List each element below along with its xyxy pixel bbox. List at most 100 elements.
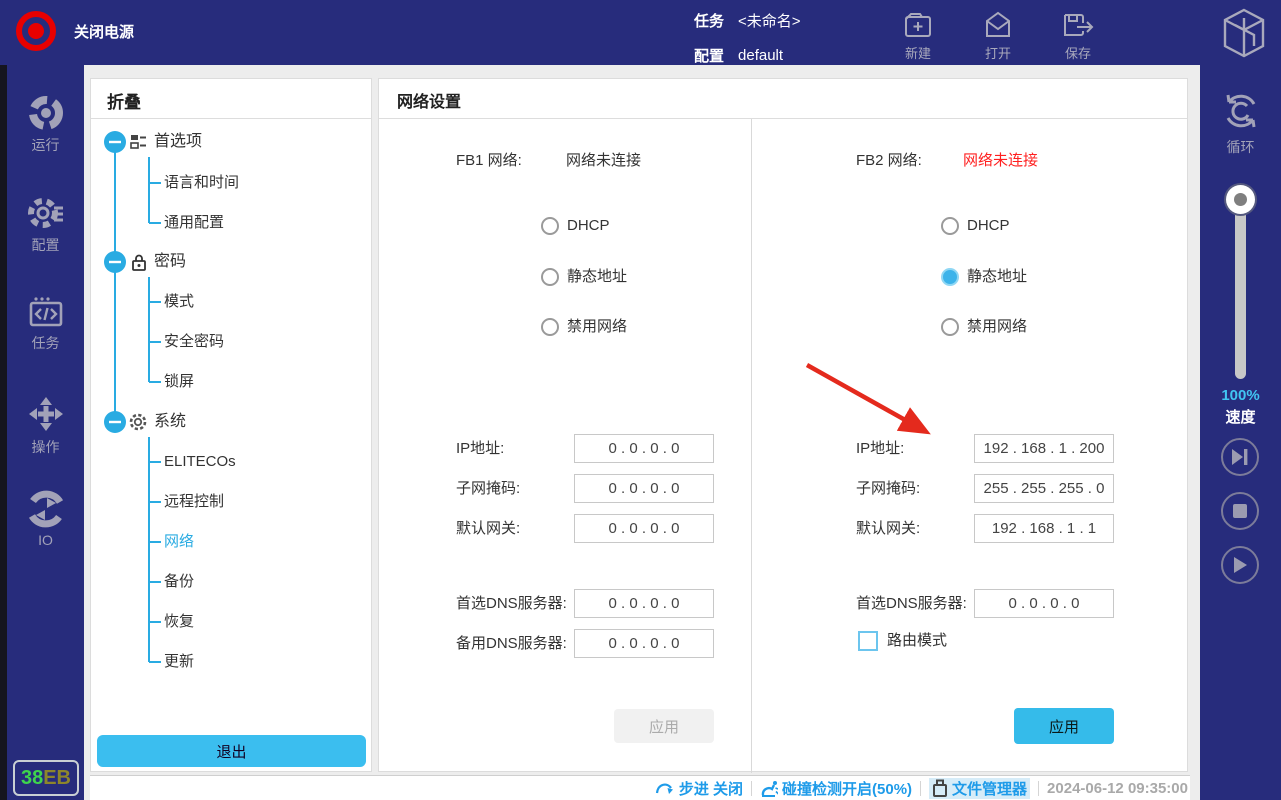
- fb1-netmask-input[interactable]: [574, 474, 714, 503]
- code-window-icon: [28, 295, 64, 329]
- tree-item-general-config[interactable]: 通用配置: [164, 212, 224, 234]
- sidebar-item-task[interactable]: 任务: [7, 295, 84, 353]
- collision-detect-toggle[interactable]: 碰撞检测开启(50%): [760, 778, 912, 799]
- fb2-dns1-label: 首选DNS服务器:: [856, 594, 967, 614]
- config-row: 配置 default: [694, 45, 783, 66]
- new-task-label: 新建: [886, 43, 950, 62]
- checksum-part-1: 38: [21, 767, 43, 790]
- fb2-radio-dhcp[interactable]: [941, 217, 959, 235]
- fb2-gateway-input[interactable]: [974, 514, 1114, 543]
- fb2-radio-static-selected[interactable]: [941, 268, 959, 286]
- fb1-radio-dhcp[interactable]: [541, 217, 559, 235]
- fb2-ip-label: IP地址:: [856, 439, 904, 459]
- fb2-ip-input[interactable]: [974, 434, 1114, 463]
- task-label: 任务: [694, 10, 724, 31]
- loop-button[interactable]: [1220, 90, 1262, 137]
- route-mode-checkbox[interactable]: [858, 631, 878, 651]
- play-button[interactable]: [1221, 546, 1259, 584]
- panel-divider: [379, 118, 1187, 119]
- fb2-radio-disable[interactable]: [941, 318, 959, 336]
- gear-icon: [27, 195, 65, 231]
- tree-group-preferences[interactable]: 首选项: [154, 131, 202, 153]
- collision-detect-text: 碰撞检测开启(50%): [782, 778, 912, 799]
- play-icon: [1232, 556, 1248, 574]
- tree-group-system[interactable]: 系统: [154, 411, 186, 433]
- sidebar-item-operate[interactable]: 操作: [7, 395, 84, 457]
- move-arrows-icon: [27, 395, 65, 433]
- fb1-ip-input[interactable]: [574, 434, 714, 463]
- left-nav: 运行 配置 任务 操作: [7, 65, 84, 800]
- fb2-network-label: FB2 网络:: [856, 151, 922, 171]
- fb1-gateway-input[interactable]: [574, 514, 714, 543]
- tree-item-network-selected[interactable]: 网络: [164, 531, 194, 553]
- tree-item-lock-screen[interactable]: 锁屏: [164, 371, 194, 393]
- sidebar-item-run[interactable]: 运行: [7, 95, 84, 155]
- right-nav: 循环 100% 速度: [1200, 65, 1281, 800]
- io-arrows-icon: [27, 490, 65, 528]
- collision-icon: [760, 779, 778, 797]
- usb-drive-icon: [932, 779, 948, 797]
- app-root: 关闭电源 任务 <未命名> 配置 default 新建 打开: [0, 0, 1281, 800]
- fb1-dns2-input[interactable]: [574, 629, 714, 658]
- step-mode-toggle[interactable]: 步进 关闭: [655, 778, 743, 799]
- stop-icon: [1232, 503, 1248, 519]
- tree-item-restore[interactable]: 恢复: [164, 611, 194, 633]
- fb2-apply-button[interactable]: 应用: [1014, 708, 1114, 744]
- tree-item-update[interactable]: 更新: [164, 651, 194, 673]
- fb2-radio-disable-label[interactable]: 禁用网络: [967, 317, 1027, 337]
- fb1-radio-disable-label[interactable]: 禁用网络: [567, 317, 627, 337]
- fb1-radio-static-label[interactable]: 静态地址: [567, 267, 627, 287]
- tree-item-remote-control[interactable]: 远程控制: [164, 491, 224, 513]
- annotation-arrow: [379, 79, 1189, 773]
- route-mode-label[interactable]: 路由模式: [887, 631, 947, 651]
- fb2-radio-dhcp-label[interactable]: DHCP: [967, 216, 1010, 236]
- tree-item-safety-password[interactable]: 安全密码: [164, 331, 224, 353]
- brand-cube-logo: [1222, 8, 1266, 58]
- task-value: <未命名>: [738, 10, 801, 31]
- save-icon: [1061, 10, 1095, 40]
- open-task-button[interactable]: 打开: [966, 10, 1030, 62]
- sidebar-item-label: 任务: [7, 333, 84, 353]
- fb1-dns2-label: 备用DNS服务器:: [456, 634, 567, 654]
- stop-button[interactable]: [1221, 492, 1259, 530]
- tree-item-elitecos[interactable]: ELITECOs: [164, 451, 236, 473]
- fb1-radio-dhcp-label[interactable]: DHCP: [567, 216, 610, 236]
- sidebar-item-label: IO: [7, 532, 84, 548]
- fb1-radio-static[interactable]: [541, 268, 559, 286]
- tree-item-language-time[interactable]: 语言和时间: [164, 172, 239, 194]
- run-icon: [28, 95, 64, 131]
- file-manager-button[interactable]: 文件管理器: [929, 778, 1030, 799]
- speed-slider-track[interactable]: [1235, 197, 1246, 379]
- step-next-button[interactable]: [1221, 438, 1259, 476]
- step-arrow-icon: [655, 780, 675, 797]
- task-row: 任务 <未命名>: [694, 10, 801, 31]
- file-manager-text: 文件管理器: [952, 778, 1027, 799]
- tree-group-password[interactable]: 密码: [154, 251, 186, 273]
- fb1-apply-button[interactable]: 应用: [614, 709, 714, 743]
- system-datetime: 2024-06-12 09:35:00: [1047, 780, 1188, 797]
- top-bar: 关闭电源 任务 <未命名> 配置 default 新建 打开: [0, 0, 1281, 65]
- save-task-button[interactable]: 保存: [1046, 10, 1110, 62]
- sidebar-item-config[interactable]: 配置: [7, 195, 84, 255]
- power-button[interactable]: 关闭电源: [16, 11, 134, 51]
- sidebar-item-label: 配置: [7, 235, 84, 255]
- fb2-radio-static-label[interactable]: 静态地址: [967, 267, 1027, 287]
- speed-slider-knob[interactable]: [1226, 185, 1255, 214]
- tree-item-mode[interactable]: 模式: [164, 291, 194, 313]
- config-value: default: [738, 47, 783, 64]
- new-task-button[interactable]: 新建: [886, 10, 950, 62]
- fb2-gateway-label: 默认网关:: [856, 519, 920, 539]
- separator: [1038, 781, 1039, 796]
- fb2-dns1-input[interactable]: [974, 589, 1114, 618]
- fb1-radio-disable[interactable]: [541, 318, 559, 336]
- power-label: 关闭电源: [74, 21, 134, 42]
- page-title: 网络设置: [397, 88, 461, 112]
- tree-item-backup[interactable]: 备份: [164, 571, 194, 593]
- exit-button[interactable]: 退出: [97, 735, 366, 767]
- sidebar-item-io[interactable]: IO: [7, 490, 84, 548]
- network-settings-panel: 网络设置 FB1 网络: 网络未连接 DHCP 静态地址 禁用网络 IP地址: …: [378, 78, 1188, 772]
- column-divider: [751, 119, 752, 773]
- fb1-dns1-input[interactable]: [574, 589, 714, 618]
- fb2-netmask-input[interactable]: [974, 474, 1114, 503]
- power-icon: [16, 11, 56, 51]
